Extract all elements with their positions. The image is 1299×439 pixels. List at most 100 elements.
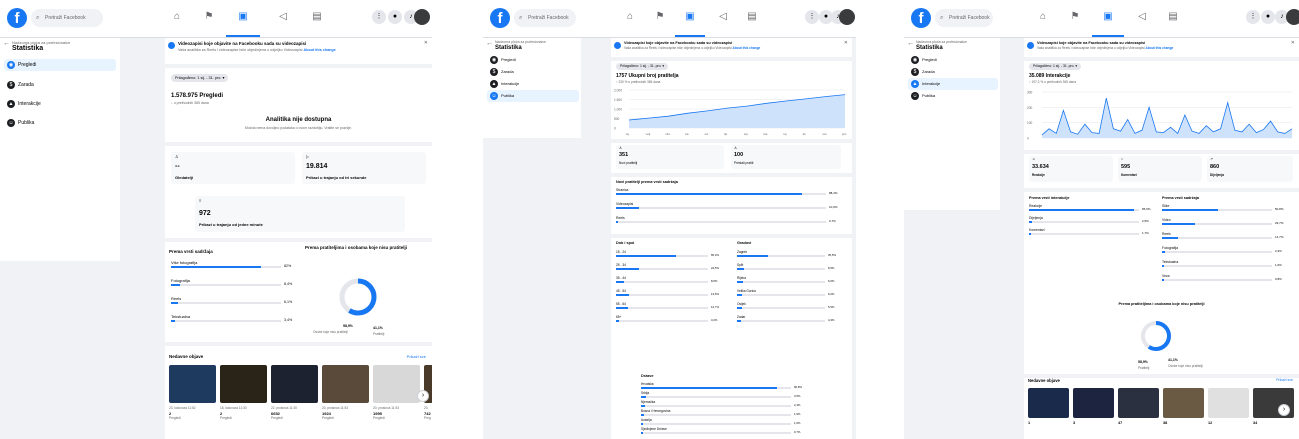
next-arrow-icon[interactable]: › <box>417 390 429 402</box>
megaphone-icon[interactable]: ◁ <box>716 10 730 24</box>
bar-pct: 8,5% <box>828 266 835 271</box>
megaphone-icon[interactable]: ◁ <box>1135 10 1149 24</box>
back-arrow-icon[interactable]: ← <box>3 40 10 47</box>
flag-icon[interactable]: ⚑ <box>1068 10 1082 24</box>
post-thumbnail[interactable] <box>322 365 369 403</box>
bar-label: 35 - 44 <box>616 276 626 280</box>
person-add-icon: ♙ <box>619 146 623 150</box>
breadcrumb[interactable]: Nadzorna ploča za profesionalce <box>916 40 967 44</box>
messenger-icon[interactable]: ● <box>388 10 402 24</box>
sidebar-item-label: Interakcije <box>922 81 941 86</box>
bar-label: Zadar <box>737 315 746 319</box>
follow-b-pct: 41,1% <box>1168 358 1178 362</box>
bar-pct: 0,7% <box>829 219 836 224</box>
about-change-link[interactable]: About this change <box>733 46 761 50</box>
flag-icon[interactable]: ⚑ <box>202 10 216 24</box>
post-thumbnail[interactable] <box>169 365 216 403</box>
facebook-logo-icon[interactable]: f <box>911 8 931 28</box>
city-title: Gradovi <box>737 241 752 245</box>
post-thumbnail[interactable] <box>373 365 420 403</box>
menu-icon[interactable]: ⋮ <box>805 10 819 24</box>
bar-track <box>1162 279 1272 282</box>
bar-track <box>641 432 791 435</box>
country-title: Države <box>641 374 654 378</box>
close-icon[interactable]: ✕ <box>1291 40 1295 46</box>
period-dropdown[interactable]: Prilagođeno: 1 sij. - 31. pro. ▾ <box>1029 63 1082 70</box>
post-thumbnail[interactable] <box>1208 388 1249 418</box>
bar-pct: 0,7% <box>794 430 801 435</box>
post-thumbnail[interactable] <box>1073 388 1114 418</box>
post-thumbnail[interactable] <box>1028 388 1069 418</box>
sidebar-item-zarada[interactable]: $ Zarada <box>908 66 998 78</box>
messenger-icon[interactable]: ● <box>1261 10 1275 24</box>
marketplace-icon[interactable]: ▤ <box>1166 10 1180 24</box>
video-icon[interactable]: ▣ <box>1101 10 1115 24</box>
video-icon[interactable]: ▣ <box>236 10 250 24</box>
back-arrow-icon[interactable]: ← <box>907 40 914 47</box>
avatar[interactable] <box>414 9 430 25</box>
post-thumbnail[interactable] <box>271 365 318 403</box>
show-all-link[interactable]: Prikaži sve <box>1276 378 1293 382</box>
about-change-link[interactable]: About this change <box>304 48 336 52</box>
home-icon[interactable]: ⌂ <box>1036 10 1050 24</box>
post-value: 38 <box>1163 421 1168 425</box>
period-dropdown[interactable]: Prilagođeno: 1 sij. - 31. pro. ▾ <box>171 74 229 82</box>
sidebar-item-publika[interactable]: ☺ Publika <box>487 90 579 102</box>
close-icon[interactable]: ✕ <box>844 40 848 46</box>
followers-metric: 1757 Ukupni broj pratitelja <box>616 73 679 79</box>
avatar[interactable] <box>839 9 855 25</box>
sidebar-item-interakcije[interactable]: ▲ Interakcije <box>487 78 579 90</box>
x-tick-label: lip. <box>724 132 728 136</box>
home-icon[interactable]: ⌂ <box>623 10 637 24</box>
bar-label: Zagreb <box>737 250 748 254</box>
period-dropdown[interactable]: Prilagođeno: 1 sij. - 31. pro. ▾ <box>616 63 669 70</box>
post-unit: Pregledi <box>373 416 385 420</box>
post-value: 1 <box>1028 421 1031 425</box>
breadcrumb[interactable]: Nadzorna ploča za profesionalce <box>495 40 546 44</box>
back-arrow-icon[interactable]: ← <box>486 40 493 47</box>
show-all-link[interactable]: Prikaži sve <box>407 354 426 359</box>
bar-track <box>616 320 708 323</box>
sidebar-item-publika[interactable]: ☺ Publika <box>908 90 998 102</box>
sidebar-item-zarada[interactable]: $ Zarada <box>4 79 116 91</box>
home-icon[interactable]: ⌂ <box>170 10 184 24</box>
avatar[interactable] <box>1286 9 1299 25</box>
sidebar-item-zarada[interactable]: $ Zarada <box>487 66 579 78</box>
search-input[interactable]: ⌕ Pretraži Facebook <box>935 9 993 27</box>
search-input[interactable]: ⌕ Pretraži Facebook <box>514 9 576 27</box>
post-thumbnail[interactable] <box>1163 388 1204 418</box>
megaphone-icon[interactable]: ◁ <box>276 10 290 24</box>
facebook-logo-icon[interactable]: f <box>490 8 510 28</box>
sidebar-item-label: Zarada <box>922 69 935 74</box>
marketplace-icon[interactable]: ▤ <box>745 10 759 24</box>
menu-icon[interactable]: ⋮ <box>1246 10 1260 24</box>
stat-value: 100 <box>734 152 744 158</box>
sidebar-item-pregledi[interactable]: ◉ Pregledi <box>487 54 579 66</box>
next-arrow-icon[interactable]: › <box>1278 404 1290 416</box>
post-thumbnail[interactable] <box>220 365 267 403</box>
info-banner: Videozapisi koje objavite na Facebooku s… <box>614 40 849 56</box>
marketplace-icon[interactable]: ▤ <box>310 10 324 24</box>
active-tab-indicator <box>1092 35 1124 37</box>
dollar-icon: $ <box>490 68 498 76</box>
bar-fill <box>641 396 647 399</box>
bar-fill <box>641 423 643 426</box>
sidebar-item-pregledi[interactable]: ◉ Pregledi <box>908 54 998 66</box>
sidebar-item-label: Pregledi <box>501 57 516 62</box>
bar-label: Reels <box>171 296 182 301</box>
post-thumbnail[interactable] <box>1118 388 1159 418</box>
facebook-logo-icon[interactable]: f <box>7 8 27 28</box>
flag-icon[interactable]: ⚑ <box>653 10 667 24</box>
sidebar-item-pregledi[interactable]: ◉ Pregledi <box>4 59 116 71</box>
video-icon[interactable]: ▣ <box>683 10 697 24</box>
sidebar-item-interakcije[interactable]: ▲ Interakcije <box>908 78 998 90</box>
about-change-link[interactable]: About this change <box>1146 46 1174 50</box>
sidebar-item-interakcije[interactable]: ▲ Interakcije <box>4 98 116 110</box>
bar-fill <box>641 432 643 435</box>
search-input[interactable]: ⌕ Pretraži Facebook <box>31 9 103 27</box>
sidebar: ← Nadzorna ploča za profesionalce Statis… <box>0 38 120 261</box>
bar-label: 18 - 24 <box>616 250 626 254</box>
sidebar-item-publika[interactable]: ☺ Publika <box>4 117 116 129</box>
close-icon[interactable]: ✕ <box>424 40 428 46</box>
menu-icon[interactable]: ⋮ <box>372 10 386 24</box>
